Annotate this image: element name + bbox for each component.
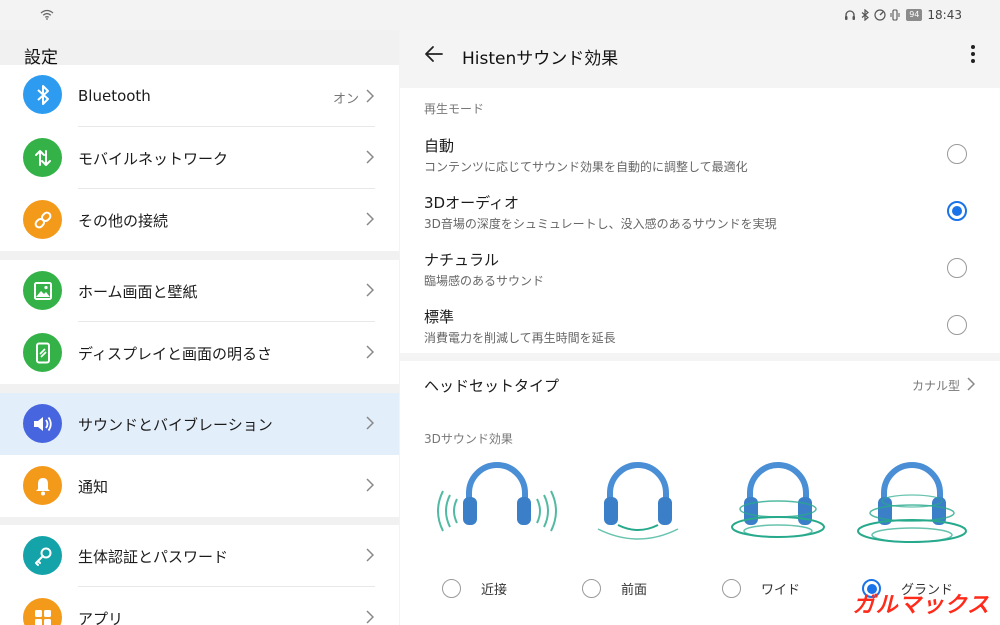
chevron-right-icon — [967, 377, 975, 391]
panel-header: Histenサウンド効果 — [400, 30, 1000, 80]
effect-radio[interactable] — [722, 579, 741, 598]
sound-icon — [23, 404, 62, 443]
sidebar-item-notifications[interactable]: 通知 — [0, 455, 399, 517]
mode-description: 3D音場の深度をシュミュレートし、没入感のあるサウンドを実現 — [424, 217, 777, 231]
back-arrow-icon[interactable] — [424, 44, 444, 64]
mode-option-natural[interactable]: ナチュラル 臨場感のあるサウンド — [424, 249, 984, 299]
effect-option-front[interactable]: 前面 — [582, 579, 647, 598]
sidebar-item-biometrics[interactable]: 生体認証とパスワード — [0, 525, 399, 587]
mobile-network-icon — [23, 138, 62, 177]
mode-radio[interactable] — [947, 144, 967, 164]
bluetooth-status-value: オン — [332, 92, 359, 107]
near-effect-headphone-icon — [437, 462, 557, 532]
mode-description: コンテンツに応じてサウンド効果を自動的に調整して最適化 — [424, 160, 748, 174]
mode-description: 臨場感のあるサウンド — [424, 274, 545, 288]
settings-sidebar: 設定 Bluetooth オン モバイルネットワーク その他の接続 ホーム画面と… — [0, 30, 399, 625]
sidebar-item-label: モバイルネットワーク — [78, 150, 229, 168]
sidebar-item-display[interactable]: ディスプレイと画面の明るさ — [0, 322, 399, 384]
link-icon — [23, 200, 62, 239]
mode-title: 標準 — [424, 308, 455, 326]
sidebar-item-label: 生体認証とパスワード — [78, 548, 229, 566]
chevron-right-icon — [366, 150, 374, 164]
sidebar-group-display: ホーム画面と壁紙 ディスプレイと画面の明るさ — [0, 260, 399, 384]
effect-label: 近接 — [481, 583, 508, 598]
sidebar-item-label: 通知 — [78, 478, 109, 496]
mode-radio[interactable] — [947, 315, 967, 335]
chevron-right-icon — [366, 610, 374, 624]
chevron-right-icon — [366, 212, 374, 226]
sidebar-group-security: 生体認証とパスワード アプリ — [0, 525, 399, 625]
status-right: 94 18:43 — [844, 8, 962, 22]
sidebar-item-sound[interactable]: サウンドとバイブレーション — [0, 393, 399, 455]
mode-title: 3Dオーディオ — [424, 194, 520, 212]
sidebar-item-mobile-network[interactable]: モバイルネットワーク — [0, 127, 399, 189]
mode-option-auto[interactable]: 自動 コンテンツに応じてサウンド効果を自動的に調整して最適化 — [424, 135, 984, 185]
sidebar-item-label: Bluetooth — [78, 87, 151, 105]
headset-status-icon — [845, 10, 856, 20]
chevron-right-icon — [366, 548, 374, 562]
mode-option-standard[interactable]: 標準 消費電力を削減して再生時間を延長 — [424, 306, 984, 356]
3d-effect-heading: 3Dサウンド効果 — [424, 432, 513, 446]
headset-type-label: ヘッドセットタイプ — [424, 377, 560, 395]
mode-option-3d-audio[interactable]: 3Dオーディオ 3D音場の深度をシュミュレートし、没入感のあるサウンドを実現 — [424, 192, 984, 242]
mode-radio-selected[interactable] — [947, 201, 967, 221]
wallpaper-icon — [23, 271, 62, 310]
playback-mode-card: 再生モード 自動 コンテンツに応じてサウンド効果を自動的に調整して最適化 3Dオ… — [400, 88, 1000, 353]
vibrate-status-icon — [890, 9, 900, 21]
wide-effect-headphone-icon — [731, 462, 825, 538]
sidebar-item-home-wallpaper[interactable]: ホーム画面と壁紙 — [0, 260, 399, 322]
sidebar-item-label: その他の接続 — [78, 212, 169, 230]
headset-card: ヘッドセットタイプ カナル型 3Dサウンド効果 近接 前面 ワイド グランド — [400, 361, 1000, 625]
more-options-icon[interactable] — [970, 44, 976, 64]
mode-title: 自動 — [424, 137, 455, 155]
front-effect-headphone-icon — [597, 462, 679, 540]
wifi-icon — [40, 9, 54, 20]
grand-effect-headphone-icon — [857, 462, 967, 543]
bell-icon — [23, 466, 62, 505]
headset-type-row[interactable]: ヘッドセットタイプ カナル型 — [400, 361, 1000, 409]
sidebar-item-label: アプリ — [78, 610, 124, 625]
chevron-right-icon — [366, 283, 374, 297]
watermark-logo: ガルマックス — [852, 593, 990, 618]
chevron-right-icon — [366, 478, 374, 492]
clock: 18:43 — [927, 8, 962, 22]
mode-radio[interactable] — [947, 258, 967, 278]
chevron-right-icon — [366, 89, 374, 103]
sidebar-group-sound: サウンドとバイブレーション 通知 — [0, 393, 399, 517]
effect-radio[interactable] — [442, 579, 461, 598]
speed-status-icon — [874, 9, 886, 21]
sidebar-item-label: サウンドとバイブレーション — [78, 416, 273, 434]
sidebar-item-label: ディスプレイと画面の明るさ — [78, 345, 272, 363]
chevron-right-icon — [366, 416, 374, 430]
mode-description: 消費電力を削減して再生時間を延長 — [424, 331, 616, 345]
sidebar-group-connections: Bluetooth オン モバイルネットワーク その他の接続 — [0, 65, 399, 251]
sidebar-item-bluetooth[interactable]: Bluetooth オン — [0, 65, 399, 127]
histen-panel: Histenサウンド効果 再生モード 自動 コンテンツに応じてサウンド効果を自動… — [400, 30, 1000, 625]
sidebar-item-other-connections[interactable]: その他の接続 — [0, 189, 399, 251]
bluetooth-status-icon — [861, 9, 870, 21]
key-icon — [23, 536, 62, 575]
battery-indicator: 94 — [906, 9, 923, 21]
sidebar-item-label: ホーム画面と壁紙 — [78, 283, 198, 301]
playback-mode-heading: 再生モード — [424, 102, 485, 116]
display-icon — [23, 333, 62, 372]
bluetooth-icon — [23, 75, 62, 114]
effect-radio[interactable] — [582, 579, 601, 598]
mode-title: ナチュラル — [424, 251, 500, 269]
status-bar: 94 18:43 — [0, 0, 1000, 30]
sidebar-item-apps[interactable]: アプリ — [0, 587, 399, 625]
effect-label: 前面 — [621, 583, 648, 598]
effect-option-near[interactable]: 近接 — [442, 579, 507, 598]
chevron-right-icon — [366, 345, 374, 359]
page-title: Histenサウンド効果 — [462, 49, 619, 69]
headset-type-value: カナル型 — [911, 379, 960, 393]
effect-label: ワイド — [761, 583, 801, 598]
effect-option-wide[interactable]: ワイド — [722, 579, 800, 598]
apps-icon — [23, 598, 62, 625]
